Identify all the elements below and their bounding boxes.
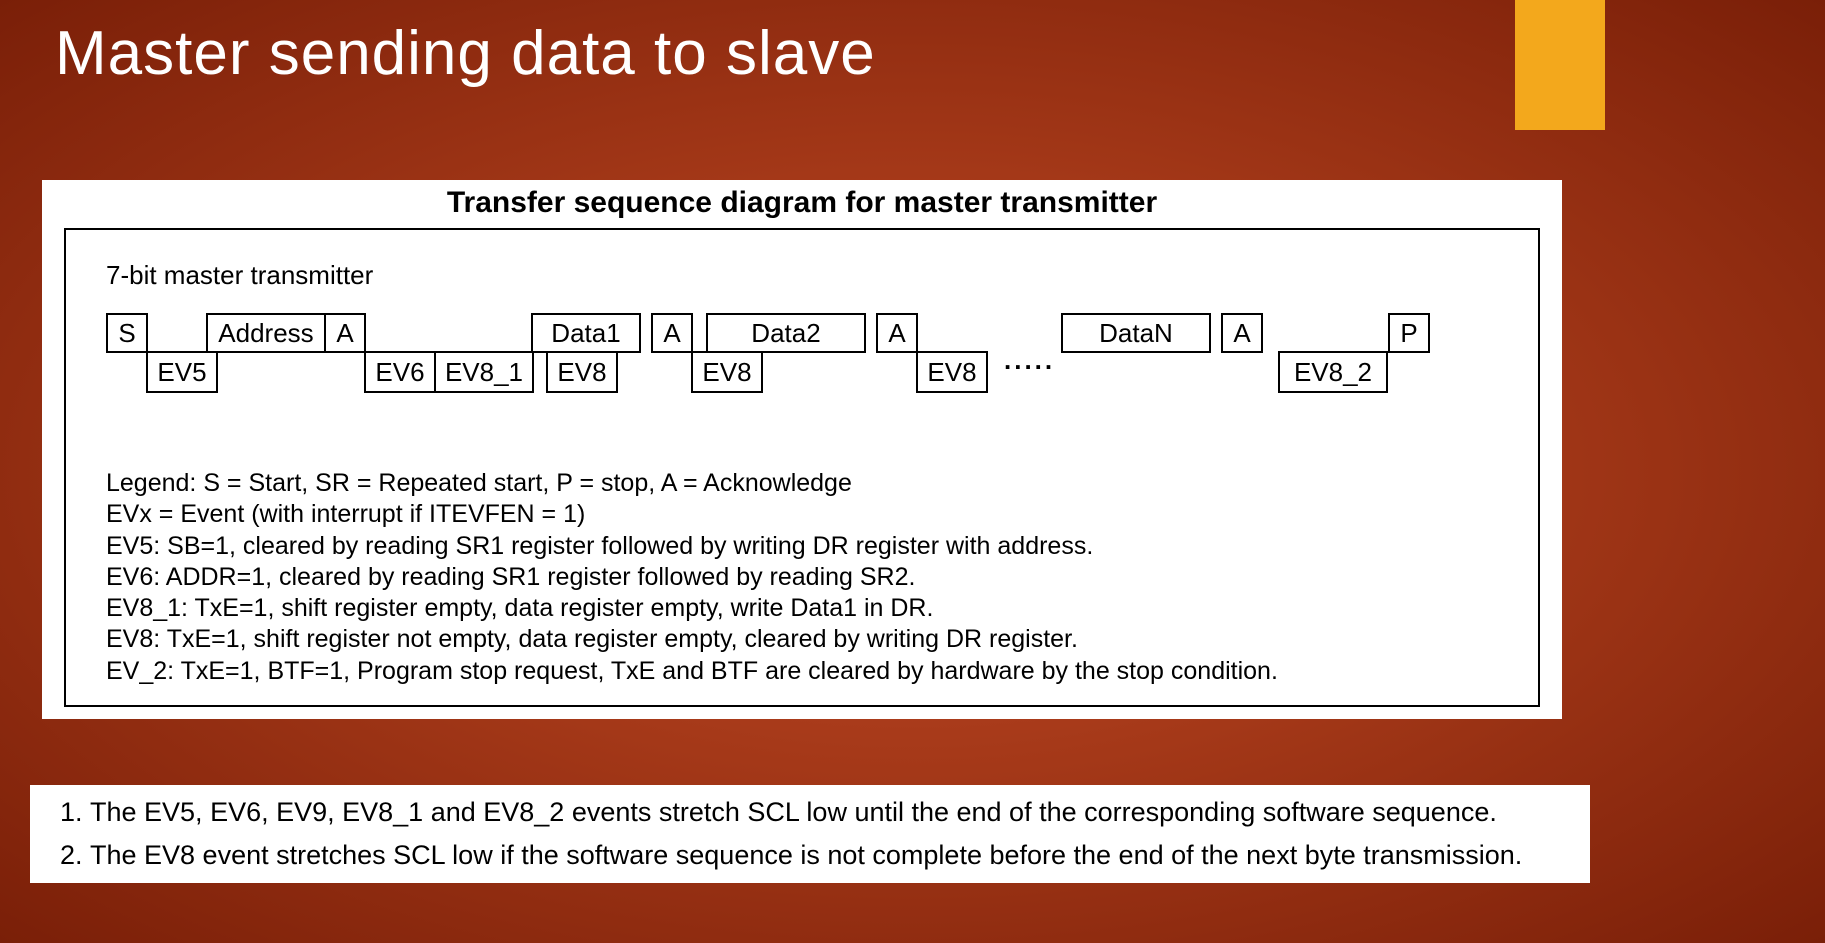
seq-data2: Data2 xyxy=(706,313,866,353)
slide-title: Master sending data to slave xyxy=(55,18,876,89)
legend-line-7: EV_2: TxE=1, BTF=1, Program stop request… xyxy=(106,656,1518,687)
seq-datan: DataN xyxy=(1061,313,1211,353)
accent-bar xyxy=(1515,0,1605,130)
seq-ack-2: A xyxy=(651,313,693,353)
diagram-panel: Transfer sequence diagram for master tra… xyxy=(42,180,1562,719)
seq-ev8-c: EV8 xyxy=(916,351,988,393)
seq-ack-4: A xyxy=(1221,313,1263,353)
seq-ack-3: A xyxy=(876,313,918,353)
note-1: The EV5, EV6, EV9, EV8_1 and EV8_2 event… xyxy=(90,791,1576,834)
diagram-subhead: 7-bit master transmitter xyxy=(106,260,1518,291)
legend-line-6: EV8: TxE=1, shift register not empty, da… xyxy=(106,624,1518,655)
legend-block: Legend: S = Start, SR = Repeated start, … xyxy=(106,468,1518,687)
legend-line-3: EV5: SB=1, cleared by reading SR1 regist… xyxy=(106,531,1518,562)
seq-stop: P xyxy=(1388,313,1430,353)
seq-ev8-2: EV8_2 xyxy=(1278,351,1388,393)
legend-line-5: EV8_1: TxE=1, shift register empty, data… xyxy=(106,593,1518,624)
note-2: The EV8 event stretches SCL low if the s… xyxy=(90,834,1576,877)
legend-line-1: Legend: S = Start, SR = Repeated start, … xyxy=(106,468,1518,499)
seq-address: Address xyxy=(206,313,326,353)
diagram-title: Transfer sequence diagram for master tra… xyxy=(42,180,1562,228)
seq-ack-1: A xyxy=(324,313,366,353)
notes-panel: The EV5, EV6, EV9, EV8_1 and EV8_2 event… xyxy=(30,785,1590,883)
seq-ev5: EV5 xyxy=(146,351,218,393)
seq-data1: Data1 xyxy=(531,313,641,353)
seq-ev8-a: EV8 xyxy=(546,351,618,393)
seq-ev8-b: EV8 xyxy=(691,351,763,393)
legend-line-4: EV6: ADDR=1, cleared by reading SR1 regi… xyxy=(106,562,1518,593)
legend-line-2: EVx = Event (with interrupt if ITEVFEN =… xyxy=(106,499,1518,530)
sequence-diagram: S Address A Data1 A Data2 A DataN A P EV… xyxy=(106,313,1518,408)
seq-ev8-1: EV8_1 xyxy=(434,351,534,393)
diagram-frame: 7-bit master transmitter S Address A Dat… xyxy=(64,228,1540,707)
seq-start: S xyxy=(106,313,148,353)
seq-ev6: EV6 xyxy=(364,351,436,393)
seq-dots: ..... xyxy=(1004,345,1055,376)
